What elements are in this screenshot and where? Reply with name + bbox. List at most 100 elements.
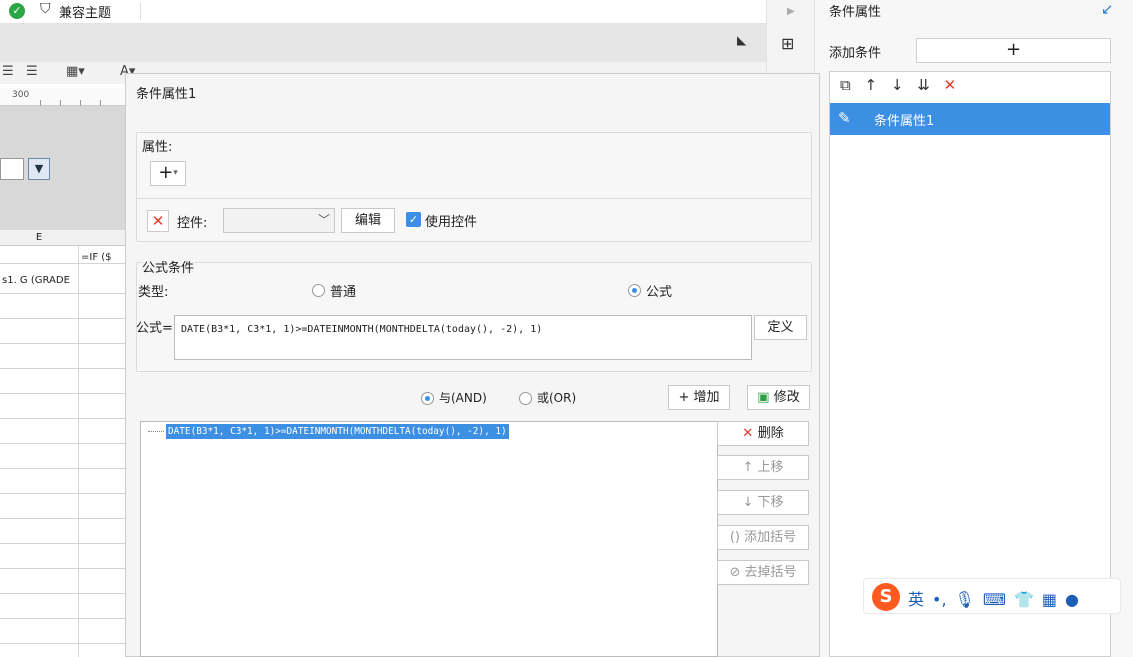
apps-icon[interactable]: ▦ <box>1042 590 1057 609</box>
add-attribute-button[interactable]: +▾ <box>150 161 186 186</box>
logic-and-radio[interactable] <box>421 392 434 405</box>
condition-item[interactable]: DATE(B3*1, C3*1, 1)>=DATEINMONTH(MONTHDE… <box>166 424 509 439</box>
arrow-down-icon: ↓ <box>742 495 758 510</box>
type-formula-radio[interactable] <box>628 284 641 297</box>
add-condition-label: 添加条件 <box>829 46 882 61</box>
workspace-gray-area: ▼ <box>0 106 125 230</box>
remove-bracket-icon: ⊘ <box>729 565 745 580</box>
theme-icon[interactable]: ⛉ <box>40 1 51 17</box>
move-up-label: 上移 <box>757 460 784 475</box>
grid-line <box>0 643 125 644</box>
corner-arrow-icon[interactable]: ◣ <box>737 33 746 47</box>
grid-line <box>0 443 125 444</box>
delete-button-label: 删除 <box>757 426 784 441</box>
keyboard-icon[interactable]: ⌨ <box>983 590 1006 609</box>
delete-button[interactable]: ✕ 删除 <box>717 421 809 446</box>
align-left-icon[interactable]: ☰ <box>2 64 14 79</box>
type-formula-label[interactable]: 公式 <box>646 281 672 300</box>
logic-or-radio[interactable] <box>519 392 532 405</box>
add-bracket-label: 添加括号 <box>744 530 797 545</box>
sogou-logo-icon[interactable]: S <box>872 583 900 611</box>
list-toolbar: ⧉ ↑ ↓ ⇊ ✕ <box>840 76 965 94</box>
modify-button[interactable]: ▣ 修改 <box>747 385 810 410</box>
arrow-up-icon[interactable]: ↑ <box>865 76 878 94</box>
border-icon[interactable]: ▦▾ <box>66 64 85 79</box>
delete-icon[interactable]: ✕ <box>944 76 957 94</box>
use-control-label: 使用控件 <box>425 215 478 230</box>
microphone-icon[interactable]: 🎙 <box>955 590 975 609</box>
skin-icon[interactable]: 👕 <box>1014 590 1034 609</box>
align-justify-icon[interactable]: ☰ <box>26 64 38 79</box>
type-normal-label[interactable]: 普通 <box>330 281 356 300</box>
expand-arrow-icon[interactable]: ▶ <box>787 6 795 17</box>
define-button[interactable]: 定义 <box>754 315 807 340</box>
column-e-label: E <box>35 232 43 243</box>
grid-line <box>0 568 125 569</box>
add-bracket-button[interactable]: () 添加括号 <box>717 525 809 550</box>
divider <box>140 3 141 20</box>
move-up-button[interactable]: ↑ 上移 <box>717 455 809 480</box>
grid-line <box>0 263 125 264</box>
use-control-checkbox[interactable]: ✓ <box>406 212 421 227</box>
remove-bracket-button[interactable]: ⊘ 去掉括号 <box>717 560 809 585</box>
type-label: 类型: <box>138 285 169 300</box>
pencil-icon: ✎ <box>838 109 851 127</box>
grid-line <box>0 368 125 369</box>
list-item-label: 条件属性1 <box>874 114 935 129</box>
layout-icon[interactable]: ⊞ <box>781 34 794 53</box>
theme-title[interactable]: 兼容主题 <box>59 2 111 21</box>
grid-line <box>78 246 79 657</box>
grid-line <box>0 343 125 344</box>
chevron-down-icon: ﹀ <box>317 213 330 227</box>
add-button[interactable]: + 增加 <box>668 385 730 410</box>
copy-icon[interactable]: ⧉ <box>840 76 851 94</box>
control-select[interactable]: ﹀ <box>223 208 335 233</box>
modify-button-label: 修改 <box>773 390 800 405</box>
arrow-up-icon: ↑ <box>742 460 758 475</box>
grid-line <box>0 543 125 544</box>
mascot-icon[interactable]: ● <box>1065 590 1079 609</box>
attribute-row: ✕ 控件: ﹀ 编辑 ✓ 使用控件 <box>137 198 811 242</box>
top-bar: ✓ ⛉ 兼容主题 <box>0 0 766 24</box>
sort-icon[interactable]: ⇊ <box>917 76 930 94</box>
arrow-down-icon[interactable]: ↓ <box>891 76 904 94</box>
delete-icon: ✕ <box>742 426 758 441</box>
punctuation-icon[interactable]: •, <box>932 590 947 609</box>
list-item[interactable]: ✎ 条件属性1 <box>830 103 1110 135</box>
cell[interactable]: =IF ($ <box>81 252 112 263</box>
formula-input[interactable]: DATE(B3*1, C3*1, 1)>=DATEINMONTH(MONTHDE… <box>174 315 752 360</box>
logic-and-label[interactable]: 与(AND) <box>439 389 487 406</box>
gray-toolbar: ◣ <box>0 24 766 62</box>
grid-line <box>0 418 125 419</box>
grid-line <box>0 518 125 519</box>
logic-or-label[interactable]: 或(OR) <box>537 389 576 406</box>
edit-button[interactable]: 编辑 <box>341 208 395 233</box>
ime-mode-label[interactable]: 英 <box>908 590 924 609</box>
cell[interactable]: s1. G (GRADE <box>2 275 70 286</box>
move-down-label: 下移 <box>757 495 784 510</box>
remove-bracket-label: 去掉括号 <box>744 565 797 580</box>
add-attribute-label: + <box>158 162 174 183</box>
check-icon: ✓ <box>9 3 25 19</box>
type-normal-radio[interactable] <box>312 284 325 297</box>
dropdown-widget-icon[interactable]: ▼ <box>28 158 50 180</box>
condition-list: ⧉ ↑ ↓ ⇊ ✕ ✎ 条件属性1 <box>829 71 1111 657</box>
grid-line <box>0 618 125 619</box>
pin-icon[interactable]: ↙ <box>1101 0 1114 18</box>
ruler-label: 300 <box>12 90 30 100</box>
panel-title: 条件属性 <box>829 5 882 20</box>
bracket-icon: () <box>729 530 745 545</box>
condition-listbox[interactable]: DATE(B3*1, C3*1, 1)>=DATEINMONTH(MONTHDE… <box>140 421 718 657</box>
move-down-button[interactable]: ↓ 下移 <box>717 490 809 515</box>
plus-icon: + <box>678 390 694 405</box>
dialog-title: 条件属性1 <box>136 87 197 102</box>
remove-attribute-icon[interactable]: ✕ <box>147 210 169 232</box>
formula-label: 公式= <box>136 321 173 336</box>
add-condition-button[interactable]: + <box>916 38 1111 63</box>
add-button-label: 增加 <box>693 390 720 405</box>
attribute-label: 属性: <box>142 140 173 155</box>
grid-line <box>0 318 125 319</box>
widget-box[interactable] <box>0 158 24 180</box>
formula-section-legend: 公式条件 <box>142 257 195 276</box>
grid-line <box>0 593 125 594</box>
